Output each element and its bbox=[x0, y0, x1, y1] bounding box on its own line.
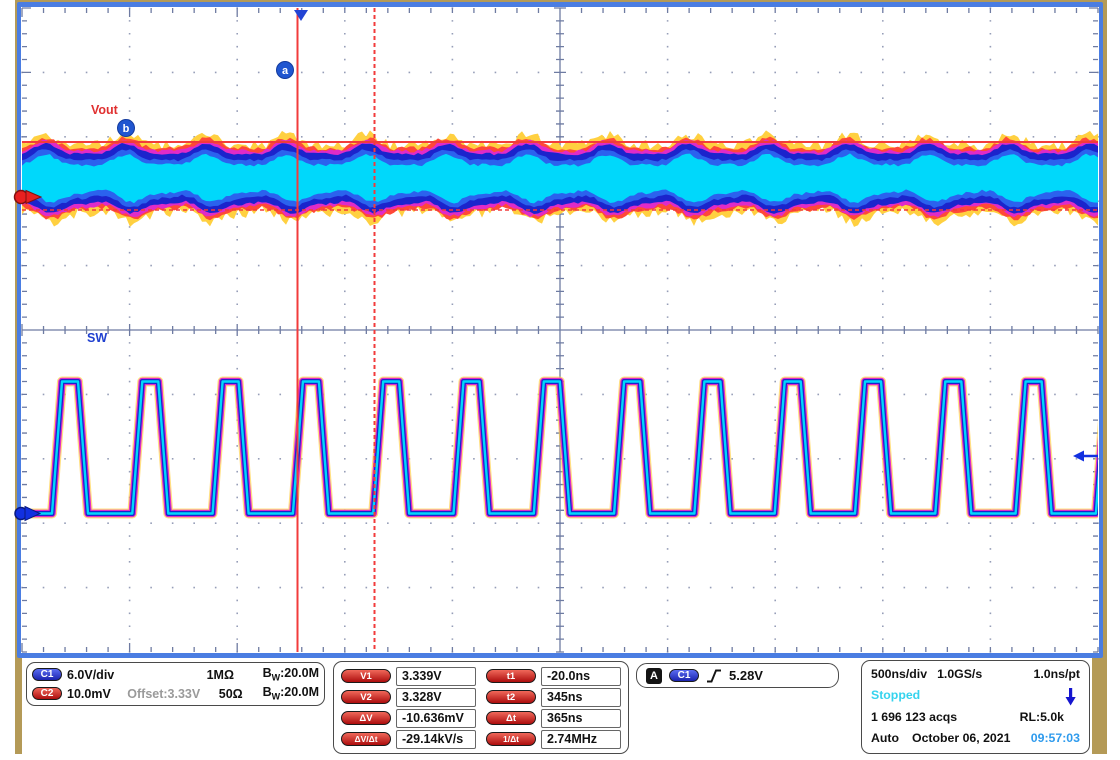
measurement-value-V2: 3.328V bbox=[396, 688, 476, 707]
rising-edge-slope-icon bbox=[706, 667, 722, 685]
time-cursor-column: t1 -20.0ns t2 345ns Δt 365ns 1/Δt 2.74MHz bbox=[486, 667, 621, 748]
measurement-value-ΔV: -10.636mV bbox=[396, 709, 476, 728]
cursor-b-marker-label: b bbox=[123, 123, 130, 135]
measurement-row: ΔV/Δt -29.14kV/s bbox=[341, 730, 476, 748]
trigger-source-c1-badge[interactable]: C1 bbox=[669, 669, 699, 682]
measurement-value-V1: 3.339V bbox=[396, 667, 476, 686]
measurement-badge-V2[interactable]: V2 bbox=[341, 690, 391, 704]
trigger-level-value: 5.28V bbox=[729, 668, 763, 683]
time-display: 09:57:03 bbox=[1031, 731, 1080, 745]
oscilloscope-screen: ab Vout SW C1 6.0V/div 1MΩ BW:20.0M C2 1… bbox=[0, 0, 1120, 760]
measurement-row: t2 345ns bbox=[486, 688, 621, 706]
c1-bandwidth: BW:20.0M bbox=[239, 666, 319, 683]
measurement-row: V1 3.339V bbox=[341, 667, 476, 685]
vout-waveform-label: Vout bbox=[91, 103, 118, 117]
cursor-measurements-panel: V1 3.339V V2 3.328V ΔV -10.636mV ΔV/Δt -29.14kV… bbox=[333, 661, 629, 754]
channel-1-row: C1 6.0V/div 1MΩ BW:20.0M bbox=[32, 665, 319, 684]
measurement-value-t2: 345ns bbox=[541, 688, 621, 707]
measurement-badge-Δt[interactable]: Δt bbox=[486, 711, 536, 725]
c2-scale[interactable]: 10.0mV bbox=[67, 687, 122, 701]
record-length: RL:5.0k bbox=[1020, 710, 1064, 724]
measurement-badge-V1[interactable]: V1 bbox=[341, 669, 391, 683]
measurement-badge-ΔV[interactable]: ΔV bbox=[341, 711, 391, 725]
measurement-badge-t2[interactable]: t2 bbox=[486, 690, 536, 704]
measurement-value-t1: -20.0ns bbox=[541, 667, 621, 686]
c1-scale[interactable]: 6.0V/div bbox=[67, 668, 129, 682]
c1-impedance: 1MΩ bbox=[192, 668, 234, 682]
horizontal-scale: 500ns/div bbox=[871, 667, 927, 681]
measurement-row: ΔV -10.636mV bbox=[341, 709, 476, 727]
measurement-value-1/Δt: 2.74MHz bbox=[541, 730, 621, 749]
c2-impedance: 50Ω bbox=[205, 687, 242, 701]
channel-c2-badge[interactable]: C2 bbox=[32, 687, 62, 700]
waveform-display: ab bbox=[0, 0, 1120, 760]
measurement-row: V2 3.328V bbox=[341, 688, 476, 706]
measurement-row: t1 -20.0ns bbox=[486, 667, 621, 685]
down-arrow-icon bbox=[1064, 687, 1077, 707]
measurement-row: Δt 365ns bbox=[486, 709, 621, 727]
channel-c1-badge[interactable]: C1 bbox=[32, 668, 62, 681]
voltage-cursor-column: V1 3.339V V2 3.328V ΔV -10.636mV ΔV/Δt -29.14kV… bbox=[341, 667, 476, 748]
acquisition-count: 1 696 123 acqs bbox=[871, 710, 957, 724]
c2-offset: Offset:3.33V bbox=[127, 687, 200, 701]
measurement-row: 1/Δt 2.74MHz bbox=[486, 730, 621, 748]
timebase-row: 500ns/div 1.0GS/s 1.0ns/pt bbox=[862, 663, 1089, 685]
acquisition-status-row: Stopped bbox=[862, 685, 1089, 707]
measurement-value-ΔV/Δt: -29.14kV/s bbox=[396, 730, 476, 749]
date-display: October 06, 2021 bbox=[912, 731, 1010, 745]
trigger-panel[interactable]: A C1 5.28V bbox=[636, 663, 839, 688]
measurement-value-Δt: 365ns bbox=[541, 709, 621, 728]
channel-settings-panel: C1 6.0V/div 1MΩ BW:20.0M C2 10.0mV Offse… bbox=[26, 662, 325, 706]
resolution: 1.0ns/pt bbox=[1034, 667, 1080, 681]
measurement-badge-1/Δt[interactable]: 1/Δt bbox=[486, 732, 536, 746]
datetime-row: Auto October 06, 2021 09:57:03 bbox=[862, 728, 1089, 750]
trigger-mode: Auto bbox=[871, 731, 899, 745]
trigger-mode-a-badge: A bbox=[646, 668, 662, 684]
c2-bandwidth: BW:20.0M bbox=[248, 685, 319, 702]
cursor-a-marker-label: a bbox=[282, 65, 289, 77]
measurement-badge-ΔV/Δt[interactable]: ΔV/Δt bbox=[341, 732, 391, 746]
acquisition-status: Stopped bbox=[871, 688, 920, 702]
sw-waveform-label: SW bbox=[87, 331, 107, 345]
horizontal-acquisition-panel[interactable]: 500ns/div 1.0GS/s 1.0ns/pt Stopped 1 696… bbox=[861, 660, 1090, 754]
measurement-badge-t1[interactable]: t1 bbox=[486, 669, 536, 683]
acquisitions-row: 1 696 123 acqs RL:5.0k bbox=[862, 706, 1089, 728]
sample-rate: 1.0GS/s bbox=[937, 667, 982, 681]
channel-2-row: C2 10.0mV Offset:3.33V 50Ω BW:20.0M bbox=[32, 684, 319, 703]
